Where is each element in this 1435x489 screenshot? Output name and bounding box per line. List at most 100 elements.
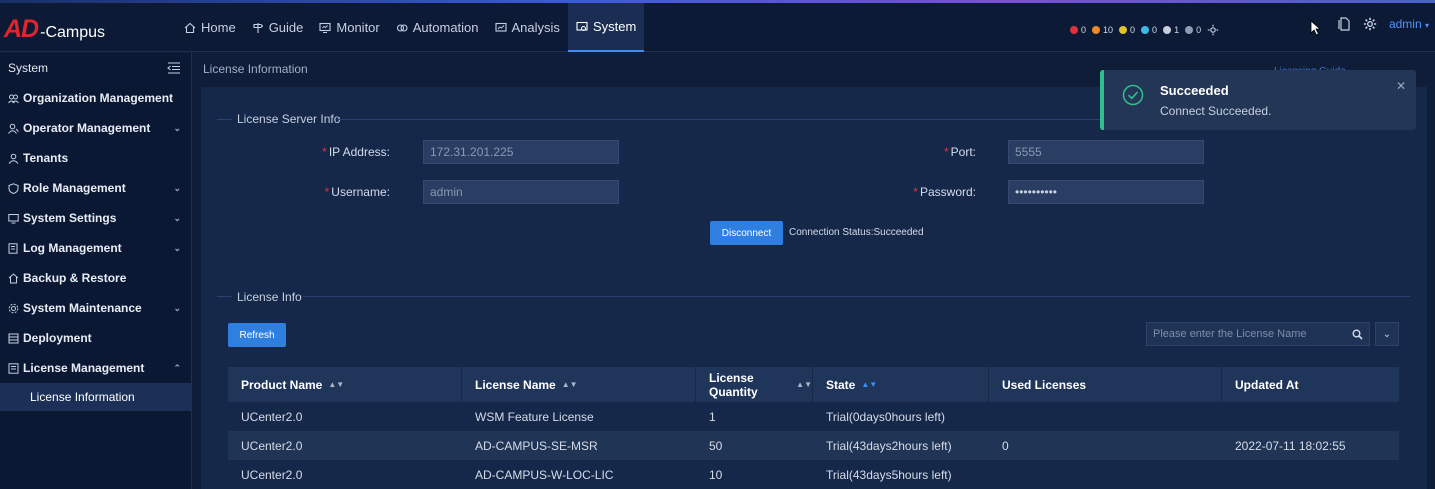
cell-updated-at bbox=[1222, 402, 1399, 431]
disconnect-button[interactable]: Disconnect bbox=[710, 221, 783, 245]
alarm-minor-count: 0 bbox=[1130, 25, 1136, 35]
column-label: State bbox=[826, 377, 856, 392]
alarm-other-dot bbox=[1185, 26, 1194, 34]
sidebar-item-settings[interactable]: System Settings ⌄ bbox=[0, 203, 191, 233]
success-notification: Succeeded Connect Succeeded. ✕ bbox=[1100, 70, 1416, 130]
analysis-icon bbox=[494, 22, 507, 32]
sidebar-item-role[interactable]: Role Management ⌄ bbox=[0, 173, 191, 203]
nav-guide[interactable]: Guide bbox=[244, 3, 312, 52]
advanced-search-toggle[interactable]: ⌄ bbox=[1375, 322, 1399, 346]
sidebar-item-operator[interactable]: Operator Management ⌄ bbox=[0, 113, 191, 143]
column-state[interactable]: State ▲▼ bbox=[813, 367, 989, 402]
password-label: * Password: bbox=[913, 185, 976, 199]
user-menu[interactable]: admin ▾ bbox=[1389, 17, 1429, 31]
connection-status-text: Connection Status:Succeeded bbox=[789, 227, 924, 238]
sidebar-item-label: Tenants bbox=[23, 151, 69, 165]
sidebar-header: System bbox=[0, 53, 191, 83]
license-name-search-input[interactable]: Please enter the License Name bbox=[1146, 322, 1370, 346]
nav-automation-label: Automation bbox=[412, 20, 479, 35]
username-field[interactable]: admin bbox=[423, 180, 619, 204]
cell-state: Trial(43days5hours left) bbox=[826, 467, 952, 482]
ip-address-label: * IP Address: bbox=[322, 145, 390, 159]
license-table: Product Name ▲▼ License Name ▲▼ License Qu… bbox=[228, 367, 1399, 489]
nav-analysis[interactable]: Analysis bbox=[487, 3, 568, 52]
alarm-settings-icon[interactable] bbox=[1207, 24, 1219, 36]
nav-system[interactable]: System bbox=[567, 3, 645, 52]
cell-state: Trial(0days0hours left) bbox=[826, 409, 945, 424]
cell-used-licenses bbox=[989, 402, 1222, 431]
close-icon[interactable]: ✕ bbox=[1396, 79, 1406, 93]
section-divider bbox=[217, 119, 232, 120]
column-label: Updated At bbox=[1235, 377, 1299, 392]
port-label-text: Port bbox=[950, 145, 973, 159]
shield-icon bbox=[8, 182, 19, 194]
system-icon bbox=[576, 21, 588, 31]
backup-icon bbox=[8, 272, 19, 284]
sidebar-item-label: Deployment bbox=[23, 331, 92, 345]
sidebar-subitem-license-information[interactable]: License Information bbox=[0, 383, 191, 411]
collapse-menu-icon[interactable] bbox=[167, 62, 181, 74]
table-header: Product Name ▲▼ License Name ▲▼ License Qu… bbox=[228, 367, 1399, 402]
chevron-down-icon: ⌄ bbox=[1382, 328, 1392, 340]
password-field[interactable]: •••••••••• bbox=[1008, 180, 1204, 204]
chevron-down-icon: ⌄ bbox=[173, 242, 181, 253]
cell-used-licenses: 0 bbox=[1002, 438, 1009, 453]
alarm-warning-count: 0 bbox=[1152, 25, 1158, 35]
nav-home[interactable]: Home bbox=[176, 3, 244, 52]
document-icon[interactable] bbox=[1338, 17, 1351, 31]
column-license-name[interactable]: License Name ▲▼ bbox=[462, 367, 696, 402]
chevron-down-icon: ▾ bbox=[1424, 21, 1429, 30]
nav-automation[interactable]: Automation bbox=[388, 3, 487, 52]
cell-product-name: UCenter2.0 bbox=[241, 467, 303, 482]
sidebar-subitem-label: License Information bbox=[30, 390, 135, 404]
cell-updated-at: 2022-07-11 18:02:55 bbox=[1235, 438, 1346, 453]
column-product-name[interactable]: Product Name ▲▼ bbox=[228, 367, 462, 402]
sort-icon[interactable]: ▲▼ bbox=[328, 380, 344, 389]
nav-monitor-label: Monitor bbox=[336, 20, 380, 35]
column-used-licenses: Used Licenses bbox=[989, 367, 1222, 402]
ip-address-field[interactable]: 172.31.201.225 bbox=[423, 140, 619, 164]
refresh-button[interactable]: Refresh bbox=[228, 323, 286, 347]
alarm-counters[interactable]: 0 10 0 0 1 0 bbox=[1070, 24, 1219, 36]
sort-icon[interactable]: ▲▼ bbox=[796, 380, 812, 389]
password-label-text: Password bbox=[919, 185, 973, 199]
sidebar-item-label: Organization Management bbox=[23, 91, 174, 105]
deployment-icon bbox=[8, 333, 19, 344]
gear-icon[interactable] bbox=[1363, 17, 1377, 31]
required-mark: * bbox=[322, 145, 327, 159]
sidebar-item-label: License Management bbox=[23, 361, 145, 375]
search-placeholder: Please enter the License Name bbox=[1153, 328, 1307, 340]
required-mark: * bbox=[324, 185, 330, 199]
breadcrumb: License Information bbox=[203, 62, 308, 76]
search-icon[interactable] bbox=[1352, 329, 1363, 340]
column-label: License Quantity bbox=[709, 370, 758, 399]
sidebar-item-backup[interactable]: Backup & Restore bbox=[0, 263, 191, 293]
sidebar-item-license[interactable]: License Management ⌃ bbox=[0, 353, 191, 383]
log-icon bbox=[8, 242, 19, 254]
column-license-quantity[interactable]: License Quantity ▲▼ bbox=[696, 367, 813, 402]
sidebar-item-label: System Settings bbox=[23, 211, 117, 225]
section-divider bbox=[303, 296, 1410, 297]
cell-product-name: UCenter2.0 bbox=[241, 438, 303, 453]
sidebar-item-log[interactable]: Log Management ⌄ bbox=[0, 233, 191, 263]
nav-guide-label: Guide bbox=[268, 20, 304, 35]
sort-icon[interactable]: ▲▼ bbox=[562, 380, 578, 389]
alarm-info-dot bbox=[1163, 26, 1172, 34]
sidebar-item-deployment[interactable]: Deployment bbox=[0, 323, 191, 353]
column-label: License Name bbox=[475, 377, 556, 392]
logo: AD -Campus bbox=[4, 15, 105, 45]
alarm-major-dot bbox=[1092, 26, 1101, 34]
notification-message: Connect Succeeded. bbox=[1160, 104, 1272, 118]
sidebar-item-maintenance[interactable]: System Maintenance ⌄ bbox=[0, 293, 191, 323]
sidebar-item-organization[interactable]: Organization Management bbox=[0, 83, 191, 113]
license-icon bbox=[8, 362, 19, 374]
nav-monitor[interactable]: Monitor bbox=[311, 3, 387, 52]
sort-icon[interactable]: ▲▼ bbox=[861, 380, 877, 389]
signpost-icon bbox=[253, 22, 263, 33]
sidebar-item-label: Backup & Restore bbox=[23, 271, 127, 285]
sidebar-item-tenants[interactable]: Tenants bbox=[0, 143, 191, 173]
column-updated-at: Updated At bbox=[1222, 367, 1399, 402]
nav-system-label: System bbox=[592, 19, 637, 34]
cell-state: Trial(43days2hours left) bbox=[826, 438, 952, 453]
port-field[interactable]: 5555 bbox=[1008, 140, 1204, 164]
